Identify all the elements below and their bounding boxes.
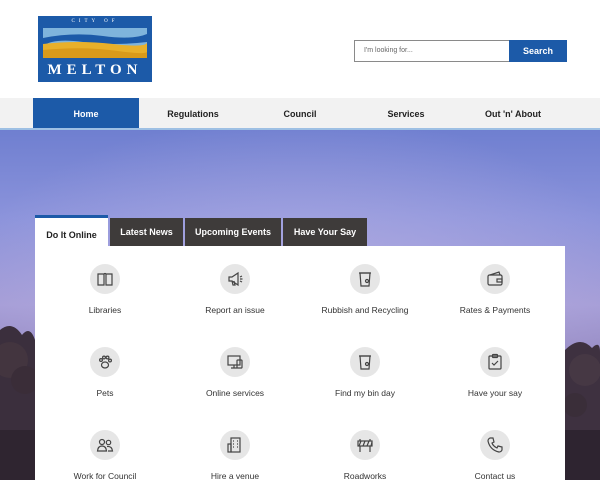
nav-item-out-n-about[interactable]: Out 'n' About <box>460 98 566 128</box>
tile-label: Work for Council <box>73 471 137 480</box>
barrier-icon <box>350 430 380 460</box>
tile-find-my-bin-day[interactable]: Find my bin day <box>300 347 430 398</box>
do-it-online-panel: Libraries Report an issue Rubbish and Re… <box>35 246 565 480</box>
search-input[interactable]: I'm looking for... <box>354 40 510 62</box>
tile-label: Online services <box>205 388 265 398</box>
bin-icon <box>350 264 380 294</box>
clipboard-icon <box>480 347 510 377</box>
tile-report-an-issue[interactable]: Report an issue <box>170 264 300 315</box>
search-button[interactable]: Search <box>509 40 567 62</box>
bin-icon <box>350 347 380 377</box>
megaphone-icon <box>220 264 250 294</box>
devices-icon <box>220 347 250 377</box>
logo-bottom-text: MELTON <box>47 62 143 78</box>
tile-label: Libraries <box>88 305 122 315</box>
book-icon <box>90 264 120 294</box>
tab-do-it-online[interactable]: Do It Online <box>35 215 108 246</box>
tile-label: Rubbish and Recycling <box>321 305 409 315</box>
phone-icon <box>480 430 510 460</box>
tab-have-your-say[interactable]: Have Your Say <box>283 218 367 246</box>
paw-icon <box>90 347 120 377</box>
tile-label: Pets <box>96 388 114 398</box>
nav-item-services[interactable]: Services <box>353 98 459 128</box>
people-icon <box>90 430 120 460</box>
tab-upcoming-events[interactable]: Upcoming Events <box>185 218 281 246</box>
main-navigation: Home Regulations Council Services Out 'n… <box>0 98 600 130</box>
tile-label: Have your say <box>467 388 523 398</box>
tile-roadworks[interactable]: Roadworks <box>300 430 430 480</box>
tab-latest-news[interactable]: Latest News <box>110 218 183 246</box>
tile-rubbish-and-recycling[interactable]: Rubbish and Recycling <box>300 264 430 315</box>
tile-label: Rates & Payments <box>459 305 531 315</box>
city-of-melton-logo[interactable]: CITY OF MELTON <box>38 16 152 82</box>
tile-label: Hire a venue <box>210 471 260 480</box>
nav-item-home[interactable]: Home <box>33 98 139 128</box>
nav-item-council[interactable]: Council <box>247 98 353 128</box>
tile-have-your-say[interactable]: Have your say <box>430 347 560 398</box>
building-icon <box>220 430 250 460</box>
tile-label: Report an issue <box>205 305 265 315</box>
tile-label: Roadworks <box>343 471 387 480</box>
tile-libraries[interactable]: Libraries <box>40 264 170 315</box>
wallet-icon <box>480 264 510 294</box>
nav-item-regulations[interactable]: Regulations <box>140 98 246 128</box>
tile-pets[interactable]: Pets <box>40 347 170 398</box>
tile-contact-us[interactable]: Contact us <box>430 430 560 480</box>
tile-online-services[interactable]: Online services <box>170 347 300 398</box>
tile-rates-and-payments[interactable]: Rates & Payments <box>430 264 560 315</box>
site-header: CITY OF MELTON I'm looking for... Search <box>0 0 600 98</box>
tile-work-for-council[interactable]: Work for Council <box>40 430 170 480</box>
logo-landscape-graphic <box>43 28 147 58</box>
logo-top-text: CITY OF <box>71 19 119 24</box>
tile-hire-a-venue[interactable]: Hire a venue <box>170 430 300 480</box>
tile-label: Find my bin day <box>335 388 395 398</box>
tile-label: Contact us <box>474 471 516 480</box>
